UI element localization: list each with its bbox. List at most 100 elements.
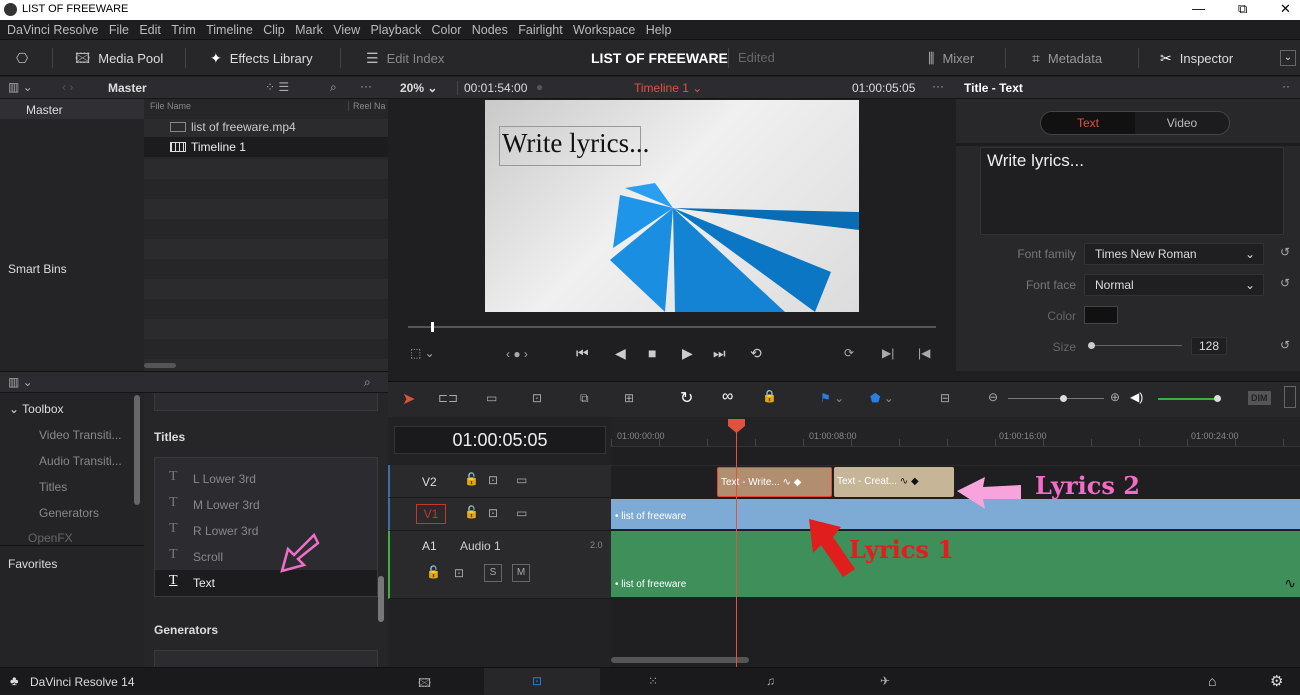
viewer-options-icon[interactable]: ··· (932, 79, 944, 93)
mute-button[interactable]: M (512, 564, 530, 582)
loop-icon[interactable]: ⟲ (750, 345, 762, 362)
trim-tool-icon[interactable]: ⊏⊐ (438, 391, 458, 405)
color-swatch[interactable] (1084, 306, 1118, 324)
playhead-handle[interactable] (728, 419, 745, 433)
menu-item-davinci[interactable]: DaVinci Resolve (7, 20, 98, 40)
position-lock-icon[interactable]: 🔒 (762, 389, 777, 403)
zoom-select[interactable]: 20% ⌄ (400, 81, 437, 95)
panel-collapse-button[interactable]: ⌄ (1280, 50, 1296, 66)
menu-item-help[interactable]: Help (646, 20, 672, 40)
font-face-select[interactable]: Normal ⌄ (1084, 274, 1264, 296)
zoom-in-icon[interactable]: ⊕ (1110, 390, 1120, 404)
match-frame-icon[interactable]: ⟳ (844, 346, 854, 360)
go-to-end-icon[interactable]: ⏭ (713, 345, 726, 362)
blade-tool-icon[interactable]: ▭ (486, 391, 497, 405)
restore-button[interactable]: ⧉ (1238, 1, 1247, 17)
mixer-button[interactable]: ⫼ Mixer (928, 40, 974, 76)
edit-index-button[interactable]: ☰ Edit Index (366, 40, 444, 76)
tree-audio-transitions[interactable]: Audio Transiti... (39, 454, 122, 468)
toolbox-scrollbar[interactable] (134, 395, 140, 505)
media-pool-button[interactable]: 🖾 Media Pool (75, 40, 163, 76)
menu-item-mark[interactable]: Mark (295, 20, 323, 40)
media-item-video[interactable]: list of freeware.mp4 (144, 117, 388, 137)
size-slider-handle[interactable] (1088, 342, 1095, 349)
metadata-button[interactable]: ⌗ Metadata (1032, 40, 1102, 76)
menu-item-workspace[interactable]: Workspace (573, 20, 635, 40)
effects-search-icon[interactable]: ⌕ (364, 375, 371, 390)
text-clip-1[interactable]: Text - Write... ∿ ◆ (717, 467, 832, 497)
stop-icon[interactable]: ■ (648, 345, 656, 361)
track-v1-label[interactable]: V1 (416, 504, 446, 524)
menu-item-color[interactable]: Color (432, 20, 462, 40)
lock-icon[interactable]: 🔓 (426, 565, 441, 579)
overwrite-clip-icon[interactable]: ⧉ (580, 391, 589, 406)
zoom-full-icon[interactable]: ⊟ (940, 391, 950, 405)
menu-item-timeline[interactable]: Timeline (206, 20, 253, 40)
timeline-name-select[interactable]: Timeline 1 ⌄ (634, 81, 702, 95)
close-button[interactable]: ✕ (1280, 1, 1291, 17)
effects-library-button[interactable]: ✦ Effects Library (210, 40, 313, 76)
menu-item-trim[interactable]: Trim (171, 20, 196, 40)
text-clip-2[interactable]: Text - Creat... ∿ ◆ (834, 467, 954, 497)
home-icon[interactable]: ⌂ (1208, 673, 1216, 689)
media-item-timeline[interactable]: Timeline 1 (144, 137, 388, 157)
next-edit-icon[interactable]: ▶| (882, 346, 894, 360)
panel-toggle-icon[interactable]: ▥ ⌄ (8, 375, 33, 389)
size-slider[interactable] (1090, 345, 1182, 346)
selection-tool-icon[interactable]: ➤ (402, 389, 415, 409)
auto-select-icon[interactable]: ⊡ (454, 566, 464, 580)
menu-item-playback[interactable]: Playback (370, 20, 421, 40)
col-file-name[interactable]: File Name (150, 101, 191, 111)
volume-icon[interactable]: ◀) (1130, 390, 1143, 404)
layout-toggle-button[interactable]: ⎔ (16, 40, 36, 76)
menu-item-nodes[interactable]: Nodes (472, 20, 508, 40)
effects-scrollbar[interactable] (378, 576, 384, 622)
menu-item-view[interactable]: View (333, 20, 360, 40)
snapping-icon[interactable]: ↻ (680, 388, 693, 408)
solo-button[interactable]: S (484, 564, 502, 582)
minimize-button[interactable]: — (1192, 1, 1205, 16)
linked-selection-icon[interactable]: ∞ (722, 388, 733, 406)
edit-page-icon[interactable]: ⊡ (532, 674, 542, 688)
play-reverse-icon[interactable]: ◀ (615, 345, 626, 362)
meters-toggle[interactable] (1284, 386, 1296, 408)
view-mode-icons[interactable]: ⁘ ☰ (265, 80, 289, 94)
col-reel-name[interactable]: Reel Na (348, 101, 386, 111)
timeline-area[interactable]: 01:00:00:00 01:00:08:00 01:00:16:00 01:0… (611, 417, 1300, 667)
tree-generators[interactable]: Generators (39, 506, 99, 520)
fairlight-page-icon[interactable]: ♫ (766, 674, 775, 688)
reset-size-icon[interactable]: ↺ (1280, 338, 1290, 352)
menu-item-file[interactable]: File (109, 20, 129, 40)
auto-select-icon[interactable]: ⊡ (488, 506, 498, 520)
volume-slider[interactable] (1158, 398, 1216, 400)
marker-icon[interactable]: ⬟ ⌄ (870, 391, 894, 405)
scrubber-track[interactable] (408, 326, 936, 328)
title-item-r-lower-3rd[interactable]: T R Lower 3rd (155, 518, 377, 544)
bin-list-toggle-icon[interactable]: ▥ ⌄ (8, 80, 33, 94)
title-item-m-lower-3rd[interactable]: T M Lower 3rd (155, 492, 377, 518)
zoom-slider-handle[interactable] (1060, 395, 1067, 402)
media-page-icon[interactable]: 🖾 (418, 674, 431, 695)
auto-select-icon[interactable]: ⊡ (488, 473, 498, 487)
timeline-ruler[interactable]: 01:00:00:00 01:00:08:00 01:00:16:00 01:0… (611, 417, 1300, 447)
menu-item-fairlight[interactable]: Fairlight (518, 20, 562, 40)
jog-icon[interactable]: ‹ ● › (506, 347, 528, 361)
more-options-icon[interactable]: ··· (360, 79, 372, 93)
font-family-select[interactable]: Times New Roman ⌄ (1084, 243, 1264, 265)
bin-master-row[interactable]: Master (0, 99, 144, 119)
lock-icon[interactable]: 🔓 (464, 472, 479, 486)
size-input[interactable]: 128 (1191, 337, 1227, 355)
replace-clip-icon[interactable]: ⊞ (624, 391, 634, 405)
toolbox-toggle[interactable]: ⌄ Toolbox (9, 402, 64, 416)
inspector-button[interactable]: ✂ Inspector (1160, 40, 1233, 76)
go-to-start-icon[interactable]: ⏮ (576, 345, 589, 362)
insert-clip-icon[interactable]: ⊡ (532, 391, 542, 405)
crop-overlay-icon[interactable]: ⬚ ⌄ (410, 346, 435, 360)
inspector-options-icon[interactable]: ·· (1282, 79, 1290, 93)
title-item-l-lower-3rd[interactable]: T L Lower 3rd (155, 466, 377, 492)
prev-edit-icon[interactable]: |◀ (918, 346, 930, 360)
track-visibility-icon[interactable]: ▭ (516, 473, 527, 487)
media-scrollbar[interactable] (144, 363, 176, 368)
video-frame[interactable]: Write lyrics... (485, 100, 859, 312)
play-icon[interactable]: ▶ (682, 345, 693, 362)
